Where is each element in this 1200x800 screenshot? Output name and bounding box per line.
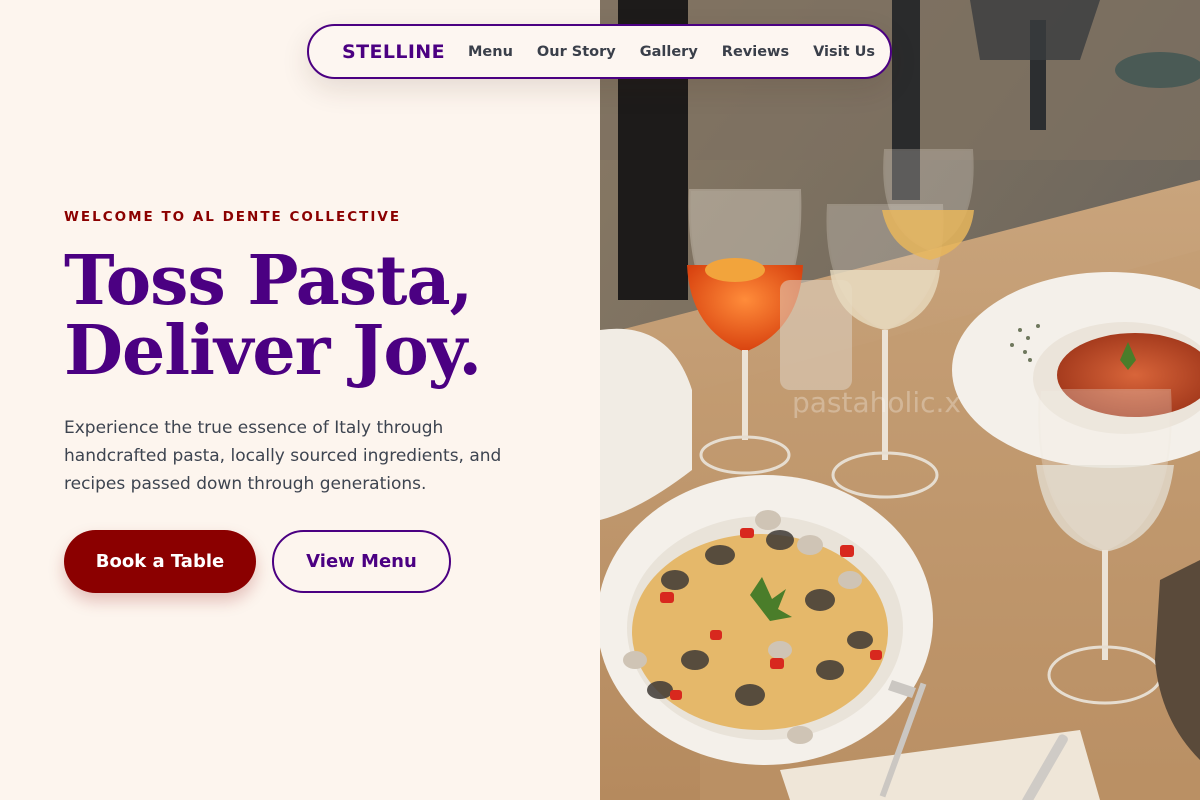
photo-watermark: pastaholic.x (792, 386, 961, 419)
hero-intro: Experience the true essence of Italy thr… (64, 418, 502, 494)
nav-link-our-story[interactable]: Our Story (537, 44, 616, 60)
top-navigation: STELLINE Menu Our Story Gallery Reviews … (307, 24, 892, 79)
nav-link-reviews[interactable]: Reviews (722, 44, 789, 60)
eyebrow-text: WELCOME TO AL DENTE COLLECTIVE (64, 209, 402, 225)
hero-headline: Toss Pasta, Deliver Joy. (64, 246, 564, 386)
book-table-button[interactable]: Book a Table (64, 530, 256, 593)
nav-link-visit-us[interactable]: Visit Us (813, 44, 875, 60)
headline-line-2: Deliver Joy. (64, 311, 482, 391)
view-menu-button[interactable]: View Menu (272, 530, 451, 593)
hero-photo: pastaholic.x (600, 0, 1200, 800)
nav-link-menu[interactable]: Menu (468, 44, 513, 60)
headline-line-1: Toss Pasta, (64, 241, 473, 321)
pasta-table-illustration: pastaholic.x (600, 0, 1200, 800)
brand-logo[interactable]: STELLINE (342, 41, 445, 63)
nav-link-gallery[interactable]: Gallery (640, 44, 698, 60)
hero-section: WELCOME TO AL DENTE COLLECTIVE Toss Past… (64, 0, 584, 800)
